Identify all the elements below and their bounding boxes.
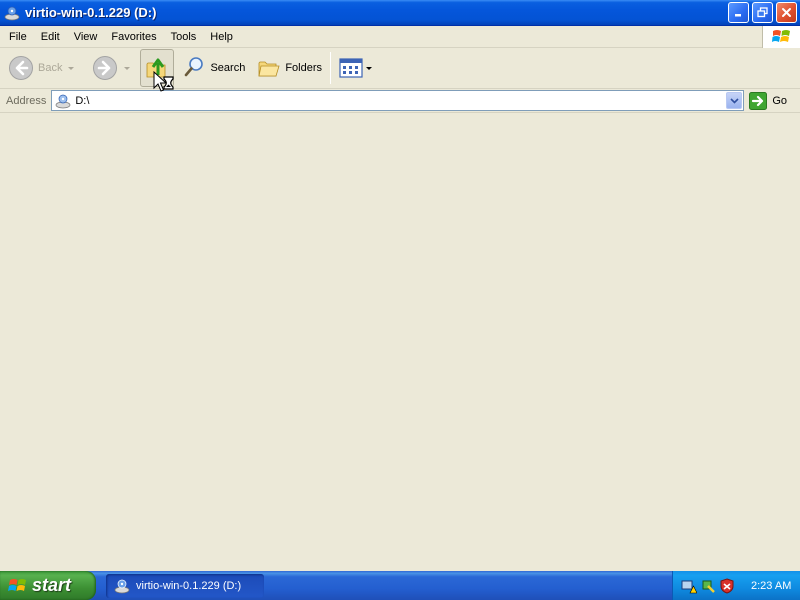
- start-label: start: [32, 575, 72, 595]
- menu-view[interactable]: View: [67, 26, 105, 48]
- menu-file[interactable]: File: [2, 26, 34, 48]
- toolbar-separator: [330, 52, 332, 84]
- menu-edit[interactable]: Edit: [34, 26, 67, 48]
- windows-logo-icon: [8, 578, 26, 591]
- forward-dropdown-icon[interactable]: [124, 66, 131, 70]
- menu-tools[interactable]: Tools: [164, 26, 204, 48]
- cd-drive-icon: [56, 94, 71, 108]
- toolbar: Back Search Folders: [0, 48, 800, 89]
- minimize-button[interactable]: [728, 2, 749, 23]
- security-shield-icon[interactable]: [719, 577, 735, 594]
- cd-drive-icon: [114, 579, 130, 593]
- restore-icon: [757, 7, 768, 18]
- close-button[interactable]: [776, 2, 797, 23]
- title-bar[interactable]: virtio-win-0.1.229 (D:): [0, 0, 800, 26]
- system-tray: 2:23 AM: [672, 571, 800, 600]
- views-icon: [339, 58, 363, 78]
- go-arrow-icon: [749, 91, 768, 110]
- folders-button[interactable]: Folders: [253, 50, 326, 86]
- safely-remove-icon[interactable]: [700, 578, 716, 594]
- address-bar: Address D:\ Go: [0, 89, 800, 113]
- folders-label: Folders: [285, 62, 323, 74]
- taskbar-window-title: virtio-win-0.1.229 (D:): [136, 579, 242, 592]
- start-button[interactable]: start: [0, 571, 96, 600]
- taskbar: start virtio-win-0.1.229 (D:) 2:23 AM: [0, 571, 800, 600]
- go-button[interactable]: Go: [749, 91, 788, 110]
- restore-button[interactable]: [752, 2, 773, 23]
- minimize-icon: [735, 14, 741, 17]
- chevron-down-icon: [730, 97, 739, 104]
- go-label: Go: [772, 94, 788, 107]
- back-arrow-icon: [9, 56, 33, 80]
- views-button[interactable]: [335, 50, 376, 86]
- folder-content-area[interactable]: [0, 113, 800, 571]
- address-label: Address: [6, 94, 47, 107]
- back-label: Back: [38, 62, 63, 74]
- window-title: virtio-win-0.1.229 (D:): [25, 5, 157, 20]
- network-warning-icon[interactable]: [681, 578, 697, 594]
- views-dropdown-icon[interactable]: [366, 66, 373, 70]
- taskbar-window-button[interactable]: virtio-win-0.1.229 (D:): [106, 573, 264, 598]
- menu-help[interactable]: Help: [203, 26, 240, 48]
- forward-button[interactable]: [88, 50, 134, 86]
- folders-icon: [258, 61, 280, 77]
- menu-favorites[interactable]: Favorites: [104, 26, 163, 48]
- clock: 2:23 AM: [751, 579, 792, 592]
- back-button[interactable]: Back: [4, 50, 78, 86]
- windows-logo-icon: [762, 26, 800, 48]
- search-icon: [185, 57, 204, 77]
- cd-drive-icon: [4, 5, 20, 21]
- search-label: Search: [210, 62, 246, 74]
- address-value: D:\: [75, 94, 90, 107]
- address-dropdown-button[interactable]: [726, 92, 743, 109]
- busy-cursor-icon: [153, 70, 174, 92]
- back-dropdown-icon[interactable]: [68, 66, 75, 70]
- search-button[interactable]: Search: [180, 50, 249, 86]
- close-icon: [782, 8, 791, 17]
- menu-bar: File Edit View Favorites Tools Help: [0, 26, 800, 48]
- forward-arrow-icon: [93, 56, 118, 80]
